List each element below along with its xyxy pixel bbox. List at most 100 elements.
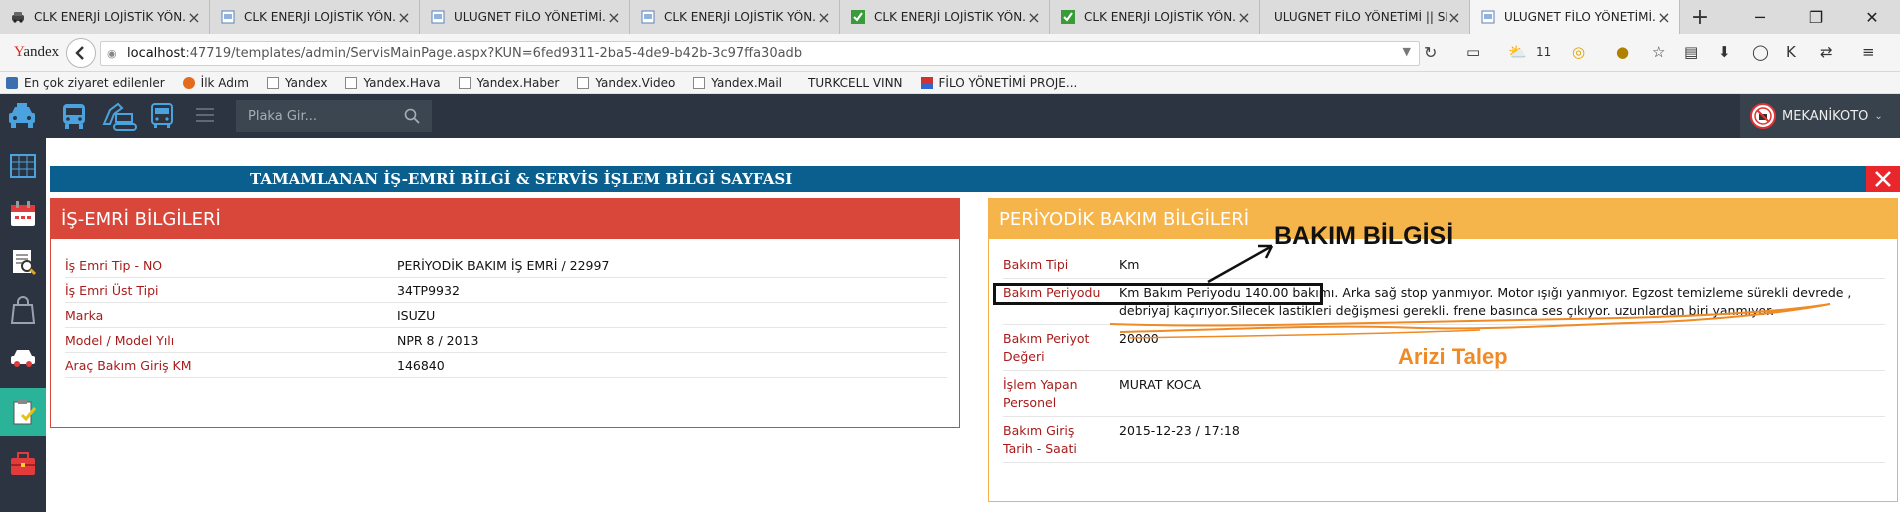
car-icon <box>10 9 26 25</box>
sidebar-item-toolbox[interactable] <box>0 440 46 488</box>
close-tab-icon[interactable]: × <box>1657 8 1671 27</box>
address-bar[interactable]: ◉ localhost:47719/templates/admin/Servis… <box>100 41 1420 66</box>
close-tab-icon[interactable]: × <box>1447 8 1461 27</box>
doc-icon <box>458 76 471 89</box>
bus-front-icon[interactable] <box>146 100 178 132</box>
maintenance-row: Bakım Tipi Km <box>1003 251 1885 279</box>
browser-tab[interactable]: CLK ENERJİ LOJİSTİK YÖN... × <box>1050 0 1260 34</box>
bookmark-item[interactable]: Yandex.Haber <box>458 76 559 90</box>
arrow-left-icon <box>75 46 84 60</box>
bookmark-item[interactable]: Yandex <box>266 75 328 90</box>
close-tab-icon[interactable]: × <box>187 8 201 27</box>
sidebar-item-search-documents[interactable] <box>0 238 46 286</box>
close-tab-icon[interactable]: × <box>397 8 411 27</box>
field-value: 146840 <box>397 358 445 373</box>
hamburger-menu-icon[interactable] <box>196 108 214 122</box>
firefox-icon <box>182 76 195 89</box>
bookmark-label: TURKCELL VINN <box>808 75 903 90</box>
field-label: Bakım Giriş Tarih - Saati <box>1003 423 1077 456</box>
maintenance-row: Bakım Periyot Değeri 20000 <box>1003 325 1885 371</box>
sidebar-item-bag[interactable] <box>0 286 46 334</box>
field-label: İş Emri Üst Tipi <box>65 283 159 298</box>
new-tab-button[interactable]: + <box>1680 0 1720 34</box>
k-extension-icon[interactable]: K <box>1786 43 1796 61</box>
field-label: İş Emri Tip - NO <box>65 258 163 273</box>
field-value: Km <box>1119 257 1140 272</box>
sync-icon[interactable]: ⇄ <box>1820 43 1833 61</box>
search-icon[interactable] <box>404 108 420 128</box>
bus-icon[interactable] <box>58 100 90 132</box>
download-icon[interactable]: ⬇ <box>1718 43 1731 61</box>
bookmark-label: Yandex <box>284 75 328 90</box>
browser-tab[interactable]: CLK ENERJİ LOJİSTİK YÖN... × <box>630 0 840 34</box>
close-tab-icon[interactable]: × <box>1237 8 1251 27</box>
browser-tab-active[interactable]: ULUGNET FİLO YÖNETİMİ... × <box>1470 0 1680 34</box>
browser-tab-strip: CLK ENERJİ LOJİSTİK YÖN... × CLK ENERJİ … <box>0 0 1900 34</box>
bookmark-item[interactable]: En çok ziyaret edilenler <box>6 76 165 90</box>
badge-icon[interactable]: ● <box>1616 43 1629 61</box>
star-icon[interactable]: ☆ <box>1652 43 1665 61</box>
field-label: Bakım Periyodu <box>1003 285 1101 300</box>
close-page-button[interactable] <box>1866 166 1900 192</box>
restore-icon[interactable]: ❐ <box>1788 0 1844 34</box>
bookmark-item[interactable]: Yandex.Mail <box>693 76 782 90</box>
sidebar-item-service-records[interactable] <box>0 388 46 436</box>
page-title: TAMAMLANAN İŞ-EMRİ BİLGİ & SERVİS İŞLEM … <box>250 170 793 188</box>
chevron-down-icon: ⌄ <box>1874 110 1883 122</box>
clipboard-icon[interactable]: ▤ <box>1684 43 1698 61</box>
minimize-icon[interactable]: ─ <box>1732 0 1788 34</box>
extension-icon[interactable]: ▭ <box>1466 43 1480 61</box>
browser-tab[interactable]: ULUGNET FİLO YÖNETİMİ... × <box>420 0 630 34</box>
weather-icon[interactable]: ⛅ <box>1508 43 1527 61</box>
dropdown-icon[interactable]: ▼ <box>1403 45 1411 58</box>
bookmark-item[interactable]: FİLO YÖNETİMİ PROJE... <box>920 76 1077 90</box>
browser-nav-bar: Yandex ◉ localhost:47719/templates/admin… <box>0 34 1900 72</box>
chat-icon[interactable]: ◯ <box>1752 43 1769 61</box>
close-tab-icon[interactable]: × <box>607 8 621 27</box>
yandex-logo[interactable]: Yandex <box>14 44 59 61</box>
bookmark-item[interactable]: TURKCELL VINN <box>808 76 903 90</box>
browser-tab[interactable]: CLK ENERJİ LOJİSTİK YÖN... × <box>0 0 210 34</box>
doc-icon <box>577 76 590 89</box>
excavator-icon[interactable] <box>100 100 140 132</box>
close-tab-icon[interactable]: × <box>1027 8 1041 27</box>
bookmark-item[interactable]: İlk Adım <box>182 76 249 90</box>
work-order-row: Araç Bakım Giriş KM 146840 <box>65 353 947 378</box>
maintenance-heading: PERİYODİK BAKIM BİLGİLERİ <box>989 199 1897 239</box>
work-order-heading: İŞ-EMRİ BİLGİLERİ <box>51 199 959 239</box>
user-menu[interactable]: MEKANİKOTO ⌄ <box>1740 94 1900 138</box>
bookmark-item[interactable]: Yandex.Hava <box>345 75 441 90</box>
browser-tab[interactable]: CLK ENERJİ LOJİSTİK YÖN... × <box>210 0 420 34</box>
plate-search-input[interactable] <box>248 108 398 124</box>
tab-title: ULUGNET FİLO YÖNETİMİ... <box>1504 10 1657 24</box>
bookmark-label: Yandex.Video <box>595 75 676 90</box>
check-icon <box>1060 9 1076 25</box>
reload-icon[interactable]: ↻ <box>1424 43 1437 62</box>
close-window-icon[interactable]: ✕ <box>1844 0 1900 34</box>
back-button[interactable] <box>66 38 96 68</box>
field-value: MURAT KOCA <box>1119 377 1201 392</box>
document-search-icon <box>13 250 37 276</box>
taxi-icon[interactable] <box>6 100 38 132</box>
sidebar-item-vehicles[interactable] <box>0 334 46 382</box>
maintenance-row: Bakım Periyodu Km Bakım Periyodu 140.00 … <box>1003 279 1885 325</box>
bookmark-item[interactable]: Yandex.Video <box>577 76 675 90</box>
field-label: Bakım Periyot Değeri <box>1003 331 1090 364</box>
close-tab-icon[interactable]: × <box>817 8 831 27</box>
browser-tab[interactable]: CLK ENERJİ LOJİSTİK YÖN... × <box>840 0 1050 34</box>
bookmark-label: Yandex.Hava <box>363 75 441 90</box>
brand-text: andex <box>23 44 60 60</box>
flag-icon <box>920 76 933 89</box>
tab-title: CLK ENERJİ LOJİSTİK YÖN... <box>34 10 187 24</box>
menu-icon[interactable]: ≡ <box>1862 43 1875 61</box>
tab-title: CLK ENERJİ LOJİSTİK YÖN... <box>664 10 817 24</box>
user-name: MEKANİKOTO <box>1782 108 1869 124</box>
browser-tab[interactable]: ULUGNET FİLO YÖNETİMİ || SE... × <box>1260 0 1470 34</box>
coin-icon[interactable]: ◎ <box>1572 43 1585 61</box>
sidebar-item-dashboard[interactable] <box>0 142 46 190</box>
sidebar-item-calendar[interactable] <box>0 190 46 238</box>
app-header: MEKANİKOTO ⌄ <box>0 94 1900 138</box>
maintenance-row: Bakım Giriş Tarih - Saati 2015-12-23 / 1… <box>1003 417 1885 463</box>
clipboard-check-icon <box>13 400 37 425</box>
field-label: Marka <box>65 308 104 323</box>
